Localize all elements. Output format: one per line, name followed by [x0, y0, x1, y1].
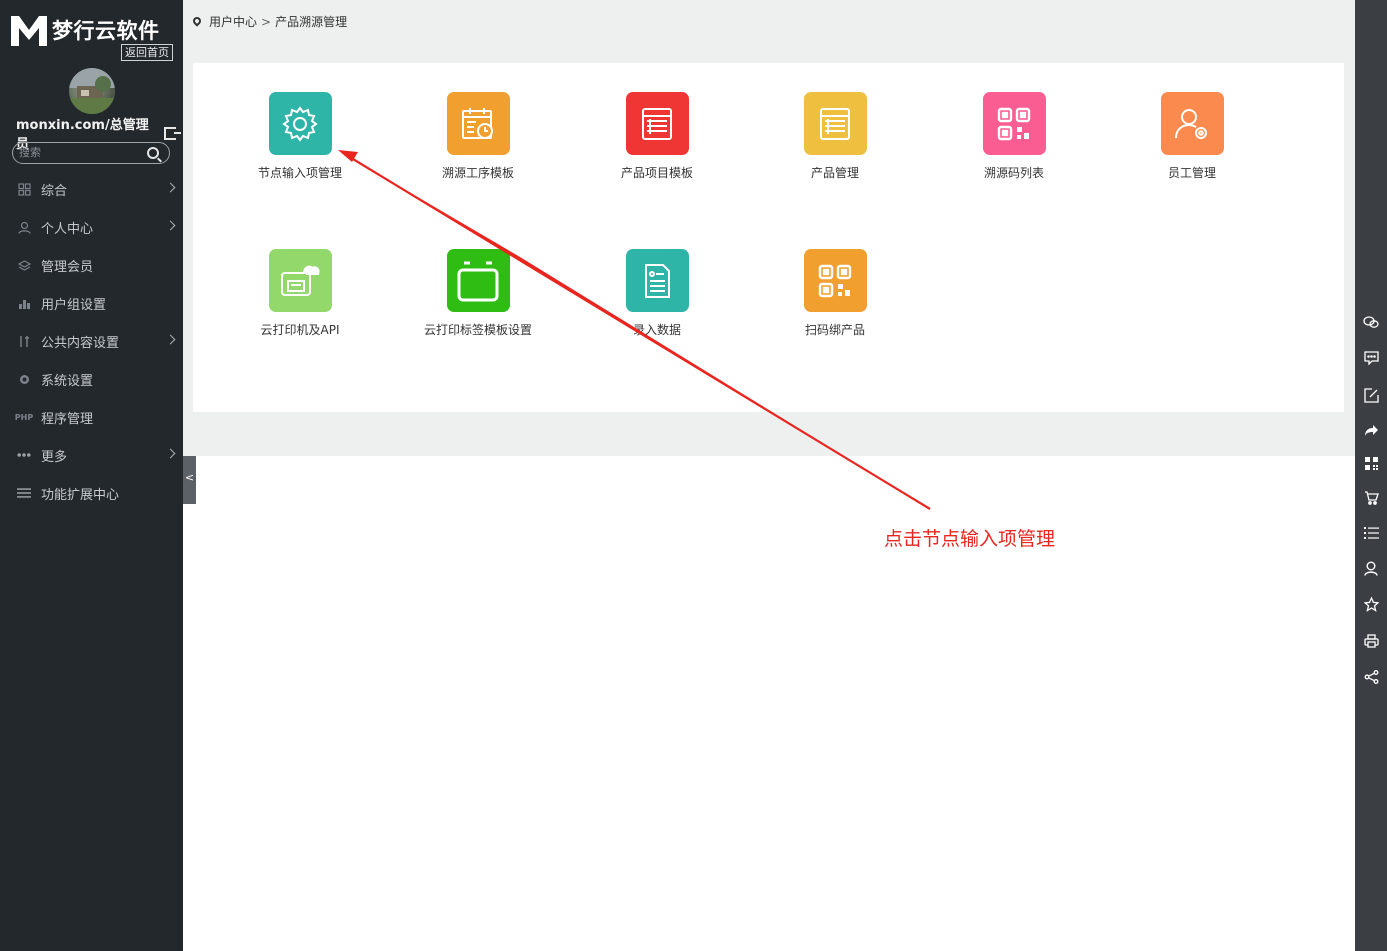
- qrcode-icon: [803, 249, 867, 312]
- sidebar-item-label: 更多: [41, 449, 68, 465]
- cart-icon[interactable]: [1355, 486, 1387, 510]
- search-input[interactable]: [19, 145, 139, 161]
- sidebar-item-label: 个人中心: [41, 221, 94, 237]
- list-icon[interactable]: [1355, 521, 1387, 545]
- user-icon[interactable]: [1355, 556, 1387, 580]
- logo-m-icon: [10, 12, 48, 48]
- tile-product-management[interactable]: 产品管理: [760, 92, 910, 181]
- function-panel: 节点输入项管理 溯源工序模板 产品项目模板 产品管理 溯源码列表 员工管理 云打…: [193, 63, 1344, 412]
- tile-trace-process-template[interactable]: 溯源工序模板: [403, 92, 553, 181]
- cloud-printer-icon: [268, 249, 332, 312]
- list-icon: [803, 92, 867, 155]
- document-icon: [625, 249, 689, 312]
- group-icon: [17, 296, 31, 310]
- tile-label-template-settings[interactable]: 云打印标签模板设置: [403, 249, 553, 338]
- tile-scan-bind-product[interactable]: 扫码绑产品: [760, 249, 910, 338]
- gear-icon: [268, 92, 332, 155]
- tile-label: 产品项目模板: [620, 166, 693, 180]
- sidebar-item-label: 管理会员: [41, 259, 94, 275]
- window-icon: [446, 249, 510, 312]
- search-box: [12, 142, 170, 164]
- share-icon[interactable]: [1355, 665, 1387, 689]
- logo[interactable]: 梦行云软件: [10, 12, 160, 48]
- sidebar-item-label: 公共内容设置: [41, 335, 120, 351]
- print-icon[interactable]: [1355, 629, 1387, 653]
- sidebar-item-more[interactable]: 更多: [0, 436, 183, 474]
- breadcrumb-current: 产品溯源管理: [275, 15, 348, 29]
- sidebar-item-extensions[interactable]: 功能扩展中心: [0, 474, 183, 512]
- sidebar-item-usergroups[interactable]: 用户组设置: [0, 284, 183, 322]
- tile-label: 录入数据: [632, 323, 681, 337]
- location-pin-icon: [193, 17, 201, 27]
- sidebar-item-label: 综合: [41, 183, 68, 199]
- qrcode-icon: [982, 92, 1046, 155]
- tile-label: 产品管理: [810, 166, 859, 180]
- tile-enter-data[interactable]: 录入数据: [582, 249, 732, 338]
- sidebar-item-overview[interactable]: 综合: [0, 170, 183, 208]
- right-toolbar: [1355, 0, 1387, 951]
- brand-name: 梦行云软件: [52, 19, 160, 43]
- avatar[interactable]: [69, 68, 115, 114]
- user-gear-icon: [1160, 92, 1224, 155]
- user-icon: [17, 220, 31, 234]
- star-icon[interactable]: [1355, 592, 1387, 616]
- breadcrumb: 用户中心 > 产品溯源管理: [193, 13, 347, 30]
- php-icon: PHP: [14, 412, 34, 422]
- comment-icon[interactable]: [1355, 346, 1387, 370]
- chevron-right-icon: [165, 220, 176, 231]
- breadcrumb-separator: >: [261, 14, 272, 29]
- layers-icon: [17, 258, 31, 272]
- tile-label: 扫码绑产品: [804, 323, 865, 337]
- breadcrumb-root[interactable]: 用户中心: [209, 13, 257, 30]
- search-icon[interactable]: [147, 147, 159, 159]
- tile-trace-code-list[interactable]: 溯源码列表: [939, 92, 1089, 181]
- tile-label: 溯源码列表: [983, 166, 1044, 180]
- tile-label: 云打印机及API: [260, 323, 340, 337]
- tile-label: 员工管理: [1167, 166, 1216, 180]
- more-icon: [17, 448, 31, 462]
- menu-icon: [17, 486, 31, 500]
- qrcode-icon[interactable]: [1355, 451, 1387, 475]
- sidebar-item-system-settings[interactable]: 系统设置: [0, 360, 183, 398]
- sidebar-item-programs[interactable]: PHP 程序管理: [0, 398, 183, 436]
- sidebar-collapse-button[interactable]: <: [183, 450, 196, 504]
- gear-icon: [17, 372, 31, 386]
- sidebar-menu: 综合 个人中心 管理会员 用户组设置 公共内容设置 系统设置 PHP 程序管理 …: [0, 170, 183, 512]
- share-arrow-icon[interactable]: [1355, 418, 1387, 442]
- home-link[interactable]: 返回首页: [121, 44, 173, 61]
- tile-cloud-printer-api[interactable]: 云打印机及API: [225, 249, 375, 338]
- tile-product-project-template[interactable]: 产品项目模板: [582, 92, 732, 181]
- tile-node-input-items[interactable]: 节点输入项管理: [225, 92, 375, 181]
- logout-icon[interactable]: [164, 126, 181, 140]
- grid-icon: [17, 182, 31, 196]
- sidebar-item-personal[interactable]: 个人中心: [0, 208, 183, 246]
- chevron-right-icon: [165, 448, 176, 459]
- sidebar-item-members[interactable]: 管理会员: [0, 246, 183, 284]
- tile-staff-management[interactable]: 员工管理: [1117, 92, 1267, 181]
- sidebar-item-label: 程序管理: [41, 411, 94, 427]
- list-icon: [625, 92, 689, 155]
- calendar-clock-icon: [446, 92, 510, 155]
- chevron-right-icon: [165, 334, 176, 345]
- tile-label: 溯源工序模板: [441, 166, 514, 180]
- sidebar-item-label: 功能扩展中心: [41, 487, 120, 503]
- chevron-right-icon: [165, 182, 176, 193]
- sidebar-item-public-content[interactable]: 公共内容设置: [0, 322, 183, 360]
- edit-icon[interactable]: [1355, 383, 1387, 407]
- sidebar-item-label: 系统设置: [41, 373, 94, 389]
- sidebar: 梦行云软件 返回首页 monxin.com/总管理员 综合: [0, 0, 183, 951]
- wechat-icon[interactable]: [1355, 310, 1387, 334]
- tile-label: 节点输入项管理: [257, 166, 342, 180]
- annotation-text: 点击节点输入项管理: [884, 528, 1056, 550]
- tile-label: 云打印标签模板设置: [423, 323, 532, 337]
- sidebar-item-label: 用户组设置: [41, 297, 107, 313]
- tools-icon: [17, 334, 31, 348]
